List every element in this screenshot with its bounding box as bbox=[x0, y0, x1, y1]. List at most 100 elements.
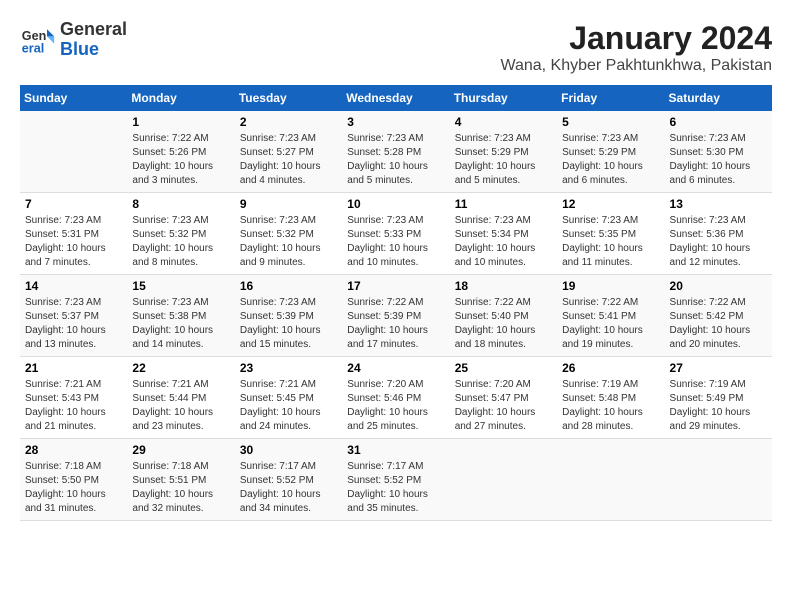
calendar-cell bbox=[557, 439, 664, 521]
calendar-cell: 1Sunrise: 7:22 AMSunset: 5:26 PMDaylight… bbox=[127, 111, 234, 193]
calendar-cell: 31 Sunrise: 7:17 AMSunset: 5:52 PMDayligh… bbox=[342, 439, 449, 521]
calendar-cell: 29 Sunrise: 7:18 AMSunset: 5:51 PMDayligh… bbox=[127, 439, 234, 521]
day-info: Sunrise: 7:18 AMSunset: 5:51 PMDaylight:… bbox=[132, 460, 229, 516]
calendar-cell: 8Sunrise: 7:23 AMSunset: 5:32 PMDaylight… bbox=[127, 193, 234, 275]
calendar-cell: 2Sunrise: 7:23 AMSunset: 5:27 PMDaylight… bbox=[235, 111, 342, 193]
day-info: Sunrise: 7:23 AMSunset: 5:39 PMDaylight:… bbox=[240, 296, 337, 352]
calendar-cell: 15 Sunrise: 7:23 AMSunset: 5:38 PMDayligh… bbox=[127, 275, 234, 357]
day-info: Sunrise: 7:22 AMSunset: 5:40 PMDaylight:… bbox=[455, 296, 552, 352]
day-info: Sunrise: 7:18 AMSunset: 5:50 PMDaylight:… bbox=[25, 460, 122, 516]
day-number: 20 bbox=[670, 279, 767, 293]
calendar-cell: 19 Sunrise: 7:22 AMSunset: 5:41 PMDayligh… bbox=[557, 275, 664, 357]
calendar-cell: 20 Sunrise: 7:22 AMSunset: 5:42 PMDayligh… bbox=[665, 275, 772, 357]
day-number: 4 bbox=[455, 115, 552, 129]
calendar-cell: 13 Sunrise: 7:23 AMSunset: 5:36 PMDayligh… bbox=[665, 193, 772, 275]
day-info: Sunrise: 7:23 AMSunset: 5:34 PMDaylight:… bbox=[455, 214, 552, 270]
header-wednesday: Wednesday bbox=[342, 85, 449, 111]
calendar-cell: 27 Sunrise: 7:19 AMSunset: 5:49 PMDayligh… bbox=[665, 357, 772, 439]
calendar-cell: 30 Sunrise: 7:17 AMSunset: 5:52 PMDayligh… bbox=[235, 439, 342, 521]
calendar-cell: 18Sunrise: 7:22 AMSunset: 5:40 PMDayligh… bbox=[450, 275, 557, 357]
calendar-cell bbox=[665, 439, 772, 521]
day-number: 24 bbox=[347, 361, 444, 375]
day-info: Sunrise: 7:23 AMSunset: 5:31 PMDaylight:… bbox=[25, 214, 122, 270]
day-info: Sunrise: 7:21 AMSunset: 5:45 PMDaylight:… bbox=[240, 378, 337, 434]
calendar-cell: 16 Sunrise: 7:23 AMSunset: 5:39 PMDayligh… bbox=[235, 275, 342, 357]
day-info: Sunrise: 7:20 AMSunset: 5:46 PMDaylight:… bbox=[347, 378, 444, 434]
calendar-cell: 22 Sunrise: 7:21 AMSunset: 5:44 PMDayligh… bbox=[127, 357, 234, 439]
day-number: 15 bbox=[132, 279, 229, 293]
title-section: January 2024 Wana, Khyber Pakhtunkhwa, P… bbox=[500, 20, 772, 75]
day-number: 5 bbox=[562, 115, 659, 129]
header-tuesday: Tuesday bbox=[235, 85, 342, 111]
calendar-cell bbox=[450, 439, 557, 521]
week-row-2: 7 Sunrise: 7:23 AMSunset: 5:31 PMDaylight… bbox=[20, 193, 772, 275]
calendar-cell: 14Sunrise: 7:23 AMSunset: 5:37 PMDayligh… bbox=[20, 275, 127, 357]
day-number: 21 bbox=[25, 361, 122, 375]
day-info: Sunrise: 7:23 AMSunset: 5:38 PMDaylight:… bbox=[132, 296, 229, 352]
day-info: Sunrise: 7:17 AMSunset: 5:52 PMDaylight:… bbox=[240, 460, 337, 516]
calendar-header-row: SundayMondayTuesdayWednesdayThursdayFrid… bbox=[20, 85, 772, 111]
day-info: Sunrise: 7:23 AMSunset: 5:29 PMDaylight:… bbox=[562, 132, 659, 188]
week-row-3: 14Sunrise: 7:23 AMSunset: 5:37 PMDayligh… bbox=[20, 275, 772, 357]
page-subtitle: Wana, Khyber Pakhtunkhwa, Pakistan bbox=[500, 57, 772, 75]
day-info: Sunrise: 7:23 AMSunset: 5:30 PMDaylight:… bbox=[670, 132, 767, 188]
calendar-cell: 12 Sunrise: 7:23 AMSunset: 5:35 PMDayligh… bbox=[557, 193, 664, 275]
day-number: 6 bbox=[670, 115, 767, 129]
day-number: 29 bbox=[132, 443, 229, 457]
day-info: Sunrise: 7:23 AMSunset: 5:32 PMDaylight:… bbox=[132, 214, 229, 270]
day-number: 19 bbox=[562, 279, 659, 293]
day-number: 11 bbox=[455, 197, 552, 211]
calendar-cell: 28Sunrise: 7:18 AMSunset: 5:50 PMDayligh… bbox=[20, 439, 127, 521]
day-number: 12 bbox=[562, 197, 659, 211]
day-number: 13 bbox=[670, 197, 767, 211]
day-number: 16 bbox=[240, 279, 337, 293]
day-info: Sunrise: 7:21 AMSunset: 5:44 PMDaylight:… bbox=[132, 378, 229, 434]
day-number: 27 bbox=[670, 361, 767, 375]
calendar-cell: 23Sunrise: 7:21 AMSunset: 5:45 PMDayligh… bbox=[235, 357, 342, 439]
calendar-cell: 3Sunrise: 7:23 AMSunset: 5:28 PMDaylight… bbox=[342, 111, 449, 193]
calendar-cell: 9 Sunrise: 7:23 AMSunset: 5:32 PMDaylight… bbox=[235, 193, 342, 275]
calendar-cell bbox=[20, 111, 127, 193]
day-info: Sunrise: 7:22 AMSunset: 5:41 PMDaylight:… bbox=[562, 296, 659, 352]
week-row-5: 28Sunrise: 7:18 AMSunset: 5:50 PMDayligh… bbox=[20, 439, 772, 521]
day-info: Sunrise: 7:21 AMSunset: 5:43 PMDaylight:… bbox=[25, 378, 122, 434]
day-number: 22 bbox=[132, 361, 229, 375]
day-number: 2 bbox=[240, 115, 337, 129]
day-number: 25 bbox=[455, 361, 552, 375]
calendar-table: SundayMondayTuesdayWednesdayThursdayFrid… bbox=[20, 85, 772, 521]
svg-text:eral: eral bbox=[22, 41, 44, 55]
day-number: 9 bbox=[240, 197, 337, 211]
calendar-cell: 7 Sunrise: 7:23 AMSunset: 5:31 PMDaylight… bbox=[20, 193, 127, 275]
day-number: 31 bbox=[347, 443, 444, 457]
day-info: Sunrise: 7:23 AMSunset: 5:33 PMDaylight:… bbox=[347, 214, 444, 270]
day-info: Sunrise: 7:19 AMSunset: 5:49 PMDaylight:… bbox=[670, 378, 767, 434]
day-info: Sunrise: 7:23 AMSunset: 5:29 PMDaylight:… bbox=[455, 132, 552, 188]
day-number: 7 bbox=[25, 197, 122, 211]
calendar-cell: 4 Sunrise: 7:23 AMSunset: 5:29 PMDaylight… bbox=[450, 111, 557, 193]
day-info: Sunrise: 7:22 AMSunset: 5:39 PMDaylight:… bbox=[347, 296, 444, 352]
logo-icon: Gen eral bbox=[20, 22, 56, 58]
day-number: 17 bbox=[347, 279, 444, 293]
day-info: Sunrise: 7:23 AMSunset: 5:36 PMDaylight:… bbox=[670, 214, 767, 270]
day-info: Sunrise: 7:23 AMSunset: 5:32 PMDaylight:… bbox=[240, 214, 337, 270]
day-info: Sunrise: 7:20 AMSunset: 5:47 PMDaylight:… bbox=[455, 378, 552, 434]
header-saturday: Saturday bbox=[665, 85, 772, 111]
day-number: 10 bbox=[347, 197, 444, 211]
header-sunday: Sunday bbox=[20, 85, 127, 111]
day-number: 14 bbox=[25, 279, 122, 293]
day-number: 26 bbox=[562, 361, 659, 375]
day-info: Sunrise: 7:23 AMSunset: 5:35 PMDaylight:… bbox=[562, 214, 659, 270]
day-info: Sunrise: 7:22 AMSunset: 5:26 PMDaylight:… bbox=[132, 132, 229, 188]
calendar-cell: 25 Sunrise: 7:20 AMSunset: 5:47 PMDayligh… bbox=[450, 357, 557, 439]
page-title: January 2024 bbox=[500, 20, 772, 57]
calendar-cell: 10 Sunrise: 7:23 AMSunset: 5:33 PMDayligh… bbox=[342, 193, 449, 275]
week-row-4: 21 Sunrise: 7:21 AMSunset: 5:43 PMDayligh… bbox=[20, 357, 772, 439]
calendar-cell: 26Sunrise: 7:19 AMSunset: 5:48 PMDayligh… bbox=[557, 357, 664, 439]
header-thursday: Thursday bbox=[450, 85, 557, 111]
day-info: Sunrise: 7:22 AMSunset: 5:42 PMDaylight:… bbox=[670, 296, 767, 352]
day-info: Sunrise: 7:17 AMSunset: 5:52 PMDaylight:… bbox=[347, 460, 444, 516]
calendar-cell: 17 Sunrise: 7:22 AMSunset: 5:39 PMDayligh… bbox=[342, 275, 449, 357]
calendar-cell: 11 Sunrise: 7:23 AMSunset: 5:34 PMDayligh… bbox=[450, 193, 557, 275]
week-row-1: 1Sunrise: 7:22 AMSunset: 5:26 PMDaylight… bbox=[20, 111, 772, 193]
day-number: 30 bbox=[240, 443, 337, 457]
